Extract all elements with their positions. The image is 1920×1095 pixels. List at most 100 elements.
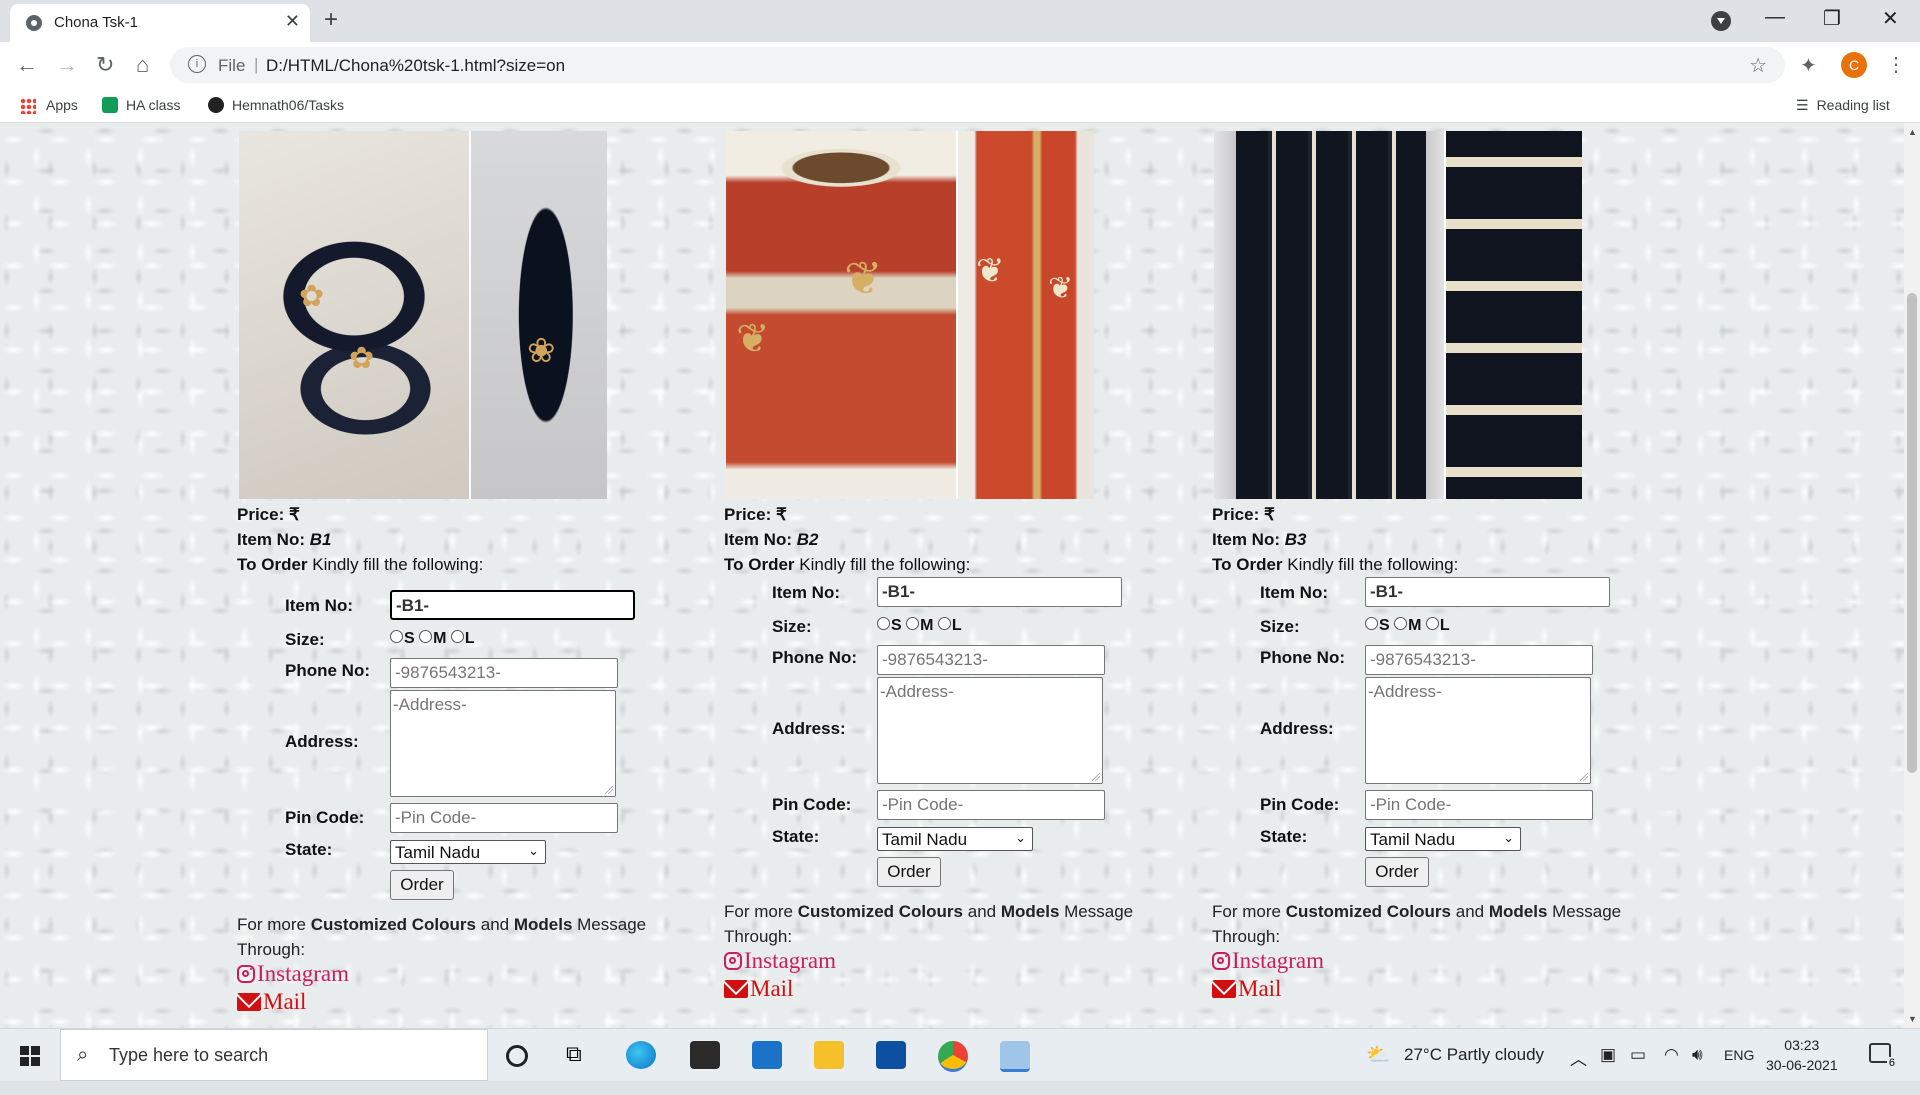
bookmark-star-icon[interactable]: ☆ [1749, 53, 1767, 78]
profile-avatar[interactable]: C [1841, 52, 1867, 78]
bookmarks-bar: Apps HA class Hemnath06/Tasks ☰ Reading l… [0, 90, 1920, 123]
forward-icon[interactable]: → [56, 52, 78, 78]
bookmark-github[interactable]: Hemnath06/Tasks [208, 97, 344, 113]
address-bar[interactable]: i File | D:/HTML/Chona%20tsk-1.html?size… [170, 47, 1785, 83]
weather-text[interactable]: 27°C Partly cloudy [1404, 1045, 1544, 1065]
size-radio-l[interactable] [1425, 617, 1439, 630]
product-photos: ✿ ✿ ❀ [239, 131, 607, 499]
pin-code-input[interactable]: -Pin Code- [390, 803, 618, 833]
state-select[interactable]: Tamil Nadu ⌄ [1365, 827, 1521, 851]
size-radio-l[interactable] [450, 630, 464, 643]
store-icon[interactable] [690, 1041, 720, 1069]
size-radio-s[interactable] [1365, 617, 1378, 630]
meet-now-icon[interactable]: ▣ [1600, 1045, 1616, 1065]
size-s-label: S [891, 617, 902, 634]
address-textarea[interactable]: -Address- [877, 677, 1103, 784]
size-radio-m[interactable] [906, 617, 920, 630]
chevron-up-icon[interactable]: ︿ [1570, 1045, 1587, 1070]
tab-search-icon[interactable] [1711, 11, 1731, 31]
pin-code-input[interactable]: -Pin Code- [1365, 790, 1593, 820]
apps-grid-icon[interactable] [20, 98, 36, 114]
item-no-input[interactable]: -B1- [877, 577, 1122, 607]
state-select[interactable]: Tamil Nadu ⌄ [390, 840, 546, 864]
bookmark-apps[interactable]: Apps [46, 97, 78, 113]
wifi-icon[interactable]: ◠ [1664, 1045, 1679, 1065]
order-text: Kindly fill the following: [799, 555, 971, 574]
address-textarea[interactable]: -Address- [390, 690, 616, 797]
language-indicator[interactable]: ENG [1724, 1047, 1754, 1063]
mail-link[interactable]: Mail [237, 989, 306, 1015]
item-no-input[interactable]: -B1- [390, 590, 635, 620]
battery-icon[interactable]: ▭ [1630, 1045, 1646, 1065]
notification-icon[interactable]: 6 [1869, 1043, 1897, 1069]
page-scrollbar[interactable]: ▲ ▼ [1904, 123, 1920, 1028]
windows-start-icon[interactable] [20, 1046, 40, 1066]
mail-label: Mail [263, 989, 307, 1014]
reading-list-button[interactable]: ☰ Reading list [1796, 97, 1890, 114]
system-clock[interactable]: 03:23 30-06-2021 [1766, 1035, 1838, 1075]
pin-code-input[interactable]: -Pin Code- [877, 790, 1105, 820]
mail-app-icon[interactable] [752, 1041, 782, 1069]
scroll-down-arrow-icon[interactable]: ▼ [1908, 1014, 1917, 1024]
size-radio-l[interactable] [937, 617, 951, 630]
new-tab-button[interactable]: + [324, 6, 338, 34]
size-radio-m[interactable] [419, 630, 433, 643]
kebab-menu-icon[interactable]: ⋮ [1886, 52, 1906, 77]
extensions-icon[interactable]: ✦ [1800, 53, 1817, 78]
order-text: Kindly fill the following: [1287, 555, 1459, 574]
note-bold-colours: Customized Colours [310, 915, 476, 934]
mail-link[interactable]: Mail [724, 976, 793, 1002]
item-no-input[interactable]: -B1- [1365, 577, 1610, 607]
size-radio-m[interactable] [1394, 617, 1408, 630]
back-icon[interactable]: ← [16, 52, 38, 78]
phone-input[interactable]: -9876543213- [1365, 645, 1593, 675]
file-explorer-icon[interactable] [814, 1041, 844, 1069]
browser-tab[interactable]: Chona Tsk-1 ✕ [10, 4, 310, 42]
url-text[interactable]: D:/HTML/Chona%20tsk-1.html?size=on [266, 56, 565, 76]
close-window-button[interactable]: ✕ [1882, 6, 1899, 31]
notification-count: 6 [1886, 1057, 1897, 1069]
info-icon[interactable]: i [188, 55, 206, 73]
phone-input[interactable]: -9876543213- [877, 645, 1105, 675]
phone-input[interactable]: -9876543213- [390, 658, 618, 688]
address-label: Address: [285, 732, 359, 751]
size-radio-s[interactable] [390, 630, 403, 643]
size-radio-s[interactable] [877, 617, 890, 630]
chrome-icon[interactable] [938, 1041, 968, 1072]
order-button[interactable]: Order [1365, 857, 1429, 887]
weather-icon: ⛅ [1366, 1044, 1391, 1066]
order-button[interactable]: Order [877, 857, 941, 887]
task-view-icon[interactable]: ⧉ [566, 1041, 596, 1069]
scroll-up-arrow-icon[interactable]: ▲ [1908, 127, 1917, 137]
instagram-link[interactable]: Instagram [237, 961, 349, 987]
item-no-value: B1 [309, 530, 332, 549]
home-icon[interactable]: ⌂ [136, 52, 149, 78]
reload-icon[interactable]: ↻ [96, 52, 114, 78]
order-button[interactable]: Order [390, 870, 454, 900]
volume-icon[interactable]: 🔊︎ [1692, 1045, 1703, 1065]
taskbar-search-box[interactable]: ⌕ Type here to search [60, 1029, 488, 1081]
mail-link[interactable]: Mail [1212, 976, 1281, 1002]
minimize-button[interactable]: — [1765, 6, 1785, 29]
scrollbar-thumb[interactable] [1907, 293, 1917, 773]
reading-list-icon: ☰ [1796, 97, 1809, 113]
dell-icon[interactable] [876, 1041, 906, 1069]
edge-icon[interactable] [626, 1041, 656, 1069]
bookmark-ha-class[interactable]: HA class [102, 97, 180, 113]
cortana-icon[interactable] [506, 1045, 528, 1067]
instagram-link[interactable]: Instagram [724, 948, 836, 974]
close-tab-icon[interactable]: ✕ [285, 11, 300, 32]
browser-toolbar: ← → ↻ ⌂ i File | D:/HTML/Chona%20tsk-1.h… [0, 42, 1920, 90]
address-textarea[interactable]: -Address- [1365, 677, 1591, 784]
snipping-tool-icon[interactable] [1000, 1041, 1030, 1072]
mail-label: Mail [1238, 976, 1282, 1001]
size-m-label: M [433, 630, 447, 647]
page-content: ✿ ✿ ❀ Price: ₹ Item No: B1 To Order Kind… [0, 123, 1904, 1028]
note-text: For more [237, 915, 306, 934]
state-selected-value: Tamil Nadu [1370, 830, 1456, 849]
restore-button[interactable]: ❐ [1823, 6, 1841, 31]
order-label: To Order [237, 555, 308, 574]
state-select[interactable]: Tamil Nadu ⌄ [877, 827, 1033, 851]
instagram-link[interactable]: Instagram [1212, 948, 1324, 974]
phone-label: Phone No: [772, 648, 857, 667]
